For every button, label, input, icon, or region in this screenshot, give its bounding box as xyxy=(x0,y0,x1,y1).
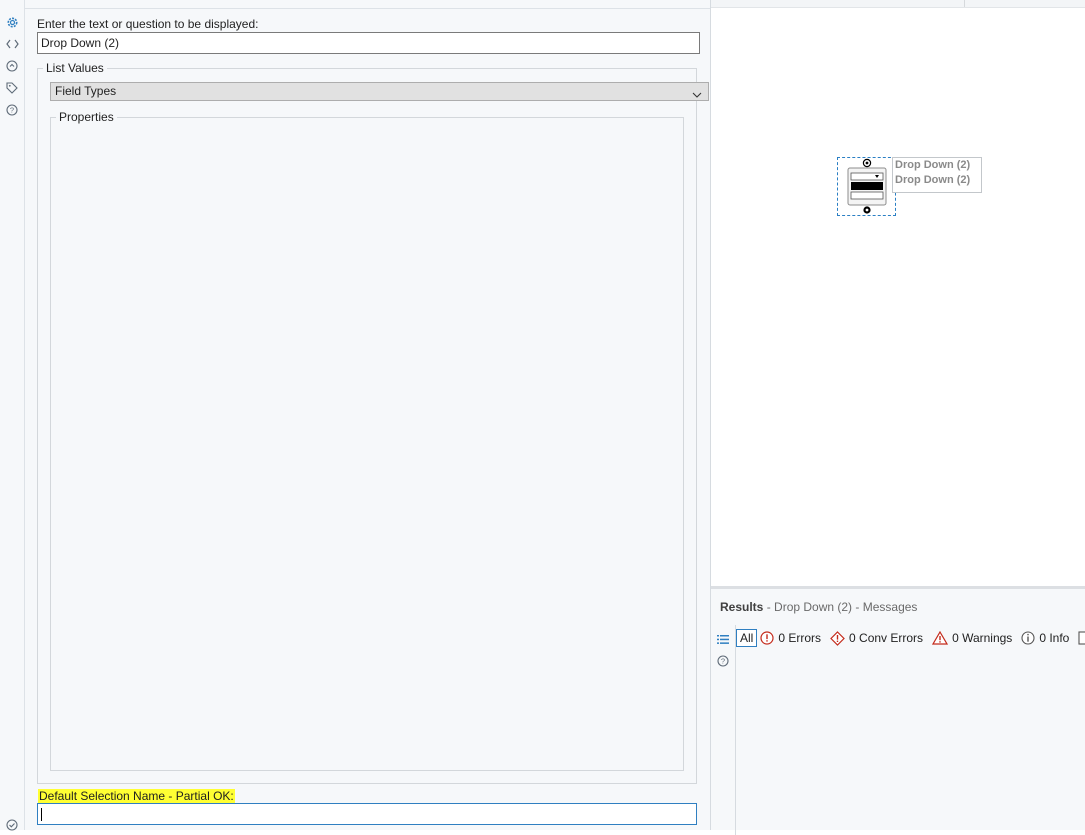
canvas-top-bar xyxy=(711,0,1085,8)
svg-text:?: ? xyxy=(10,106,14,115)
error-icon xyxy=(760,631,774,645)
filter-conv-errors-button[interactable]: 0 Conv Errors xyxy=(830,630,924,646)
configuration-panel: Enter the text or question to be display… xyxy=(25,0,711,830)
annotation-icon[interactable] xyxy=(5,59,19,73)
filter-warnings-label: 0 Warnings xyxy=(952,631,1013,645)
filter-errors-button[interactable]: 0 Errors xyxy=(760,631,821,645)
filter-warnings-button[interactable]: 0 Warnings xyxy=(932,631,1012,645)
default-selection-label: Default Selection Name - Partial OK: xyxy=(38,789,235,803)
svg-text:?: ? xyxy=(721,657,725,666)
results-panel: Results - Drop Down (2) - Messages ? All… xyxy=(711,586,1085,835)
filter-info-button[interactable]: 0 Info xyxy=(1021,631,1069,645)
list-icon[interactable] xyxy=(716,632,730,646)
results-title: Results xyxy=(720,600,764,614)
results-subtitle: - Drop Down (2) - Messages xyxy=(766,600,918,614)
tag-icon[interactable] xyxy=(5,81,19,95)
tool-annotation-line2: Drop Down (2) xyxy=(895,174,971,186)
conversion-error-icon xyxy=(830,630,845,646)
panel-top-divider xyxy=(25,8,710,9)
filter-files-button[interactable] xyxy=(1078,631,1085,645)
tool-annotation: Drop Down (2) Drop Down (2) xyxy=(892,157,982,193)
tool-annotation-line1: Drop Down (2) xyxy=(895,159,971,171)
list-values-selected: Field Types xyxy=(55,84,117,98)
workflow-canvas[interactable]: Drop Down (2) Drop Down (2) xyxy=(711,0,1085,585)
filter-errors-label: 0 Errors xyxy=(778,631,822,645)
warning-icon xyxy=(932,631,949,645)
results-header: Results - Drop Down (2) - Messages xyxy=(720,600,917,614)
help-icon[interactable]: ? xyxy=(5,103,19,117)
info-icon xyxy=(1021,631,1035,645)
list-values-legend: List Values xyxy=(43,61,107,75)
code-icon[interactable] xyxy=(5,37,19,51)
dropdown-tool-icon xyxy=(847,158,887,214)
filter-conv-errors-label: 0 Conv Errors xyxy=(849,631,924,645)
help-icon[interactable]: ? xyxy=(716,654,730,668)
filter-all-button[interactable]: All xyxy=(736,629,758,647)
chevron-down-icon xyxy=(692,87,702,104)
list-values-dropdown[interactable]: Field Types xyxy=(50,82,709,101)
prompt-label: Enter the text or question to be display… xyxy=(37,17,259,31)
file-icon xyxy=(1078,631,1085,645)
results-filter-bar: All 0 Errors 0 Conv Errors 0 Warnings 0 … xyxy=(736,627,1085,649)
properties-legend: Properties xyxy=(56,110,117,124)
default-selection-input[interactable] xyxy=(37,803,697,825)
left-icon-rail: ? xyxy=(0,0,25,831)
results-icon-rail: ? xyxy=(711,625,736,835)
filter-info-label: 0 Info xyxy=(1039,631,1070,645)
prompt-text-input[interactable]: Drop Down (2) xyxy=(37,32,700,54)
text-caret xyxy=(41,808,42,821)
gear-icon[interactable] xyxy=(5,15,19,29)
properties-group xyxy=(50,117,684,771)
dropdown-tool-node[interactable] xyxy=(837,157,896,216)
